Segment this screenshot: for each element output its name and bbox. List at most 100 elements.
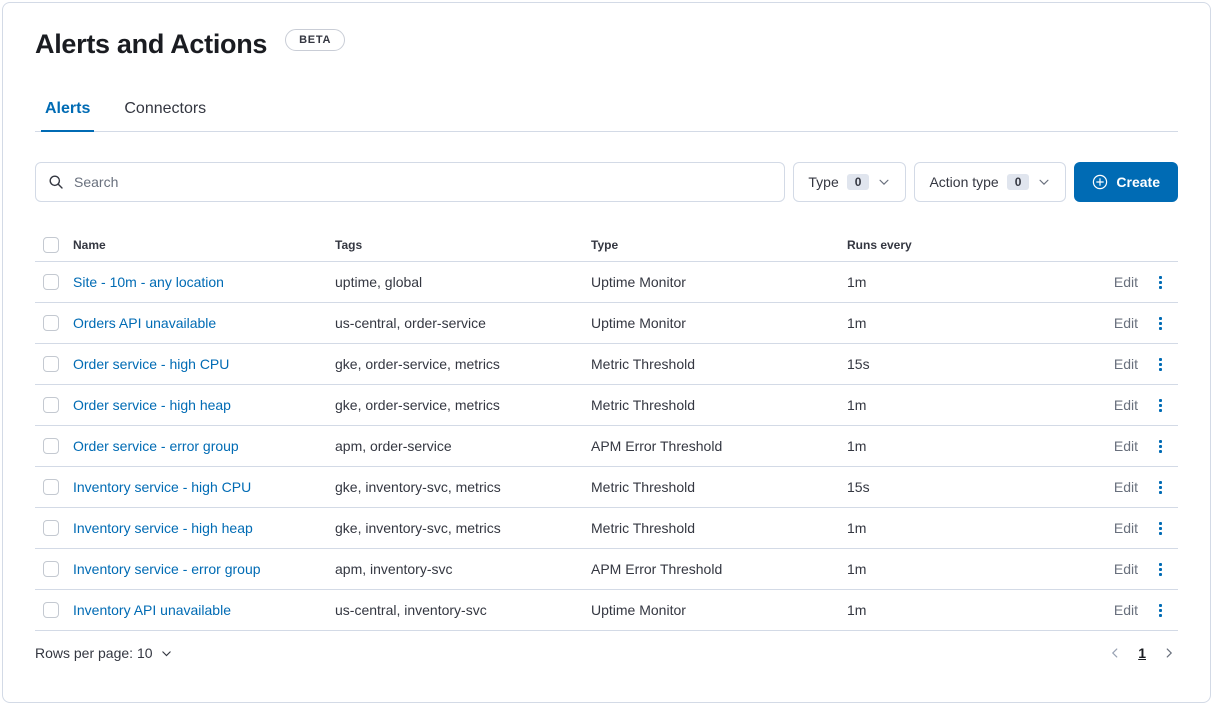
create-button[interactable]: Create <box>1074 162 1178 202</box>
row-checkbox[interactable] <box>43 602 59 618</box>
action-type-filter-count-badge: 0 <box>1007 174 1030 190</box>
alert-name-link[interactable]: Inventory API unavailable <box>73 602 231 618</box>
page-header: Alerts and Actions BETA <box>35 29 1178 60</box>
column-header-tags: Tags <box>335 238 591 252</box>
alert-runs-every: 1m <box>847 520 1082 536</box>
rows-per-page-button[interactable]: Rows per page: 10 <box>35 645 173 661</box>
alert-name-link[interactable]: Site - 10m - any location <box>73 274 224 290</box>
alert-name-link[interactable]: Inventory service - error group <box>73 561 261 577</box>
table-body: Site - 10m - any location uptime, global… <box>35 262 1178 631</box>
table-row: Site - 10m - any location uptime, global… <box>35 262 1178 303</box>
edit-link[interactable]: Edit <box>1114 602 1138 618</box>
row-checkbox[interactable] <box>43 397 59 413</box>
edit-link[interactable]: Edit <box>1114 438 1138 454</box>
alert-runs-every: 1m <box>847 397 1082 413</box>
alert-name-link[interactable]: Inventory service - high heap <box>73 520 253 536</box>
plus-in-circle-icon <box>1092 174 1108 190</box>
search-icon <box>48 174 64 190</box>
alert-name-link[interactable]: Order service - high CPU <box>73 356 229 372</box>
next-page-button[interactable] <box>1160 644 1178 662</box>
page-panel: Alerts and Actions BETA Alerts Connector… <box>2 2 1211 703</box>
alert-runs-every: 15s <box>847 479 1082 495</box>
type-filter-count-badge: 0 <box>847 174 870 190</box>
action-type-filter-label: Action type <box>929 174 998 190</box>
alert-runs-every: 1m <box>847 438 1082 454</box>
column-header-name: Name <box>73 238 335 252</box>
alert-tags: us-central, order-service <box>335 315 591 331</box>
row-actions-kebab-icon[interactable] <box>1148 557 1172 581</box>
column-header-type: Type <box>591 238 847 252</box>
row-checkbox[interactable] <box>43 479 59 495</box>
row-checkbox[interactable] <box>43 274 59 290</box>
type-filter-button[interactable]: Type 0 <box>793 162 906 202</box>
alert-type: Metric Threshold <box>591 356 847 372</box>
row-checkbox[interactable] <box>43 561 59 577</box>
search-box[interactable] <box>35 162 785 202</box>
alert-type: APM Error Threshold <box>591 561 847 577</box>
alert-name-link[interactable]: Orders API unavailable <box>73 315 216 331</box>
page-title: Alerts and Actions <box>35 29 267 60</box>
row-checkbox[interactable] <box>43 438 59 454</box>
alert-type: Uptime Monitor <box>591 274 847 290</box>
alert-runs-every: 1m <box>847 602 1082 618</box>
edit-link[interactable]: Edit <box>1114 315 1138 331</box>
tab-alerts[interactable]: Alerts <box>41 90 94 132</box>
alert-tags: uptime, global <box>335 274 591 290</box>
row-actions-kebab-icon[interactable] <box>1148 393 1172 417</box>
alert-name-link[interactable]: Order service - error group <box>73 438 239 454</box>
row-actions-kebab-icon[interactable] <box>1148 270 1172 294</box>
table-row: Inventory service - error group apm, inv… <box>35 549 1178 590</box>
alert-tags: gke, inventory-svc, metrics <box>335 520 591 536</box>
row-actions-kebab-icon[interactable] <box>1148 311 1172 335</box>
table-header-row: Name Tags Type Runs every <box>35 228 1178 262</box>
row-actions-kebab-icon[interactable] <box>1148 475 1172 499</box>
row-checkbox[interactable] <box>43 356 59 372</box>
table-row: Order service - error group apm, order-s… <box>35 426 1178 467</box>
previous-page-button[interactable] <box>1106 644 1124 662</box>
row-checkbox[interactable] <box>43 520 59 536</box>
column-header-runs-every: Runs every <box>847 238 1082 252</box>
table-row: Inventory API unavailable us-central, in… <box>35 590 1178 631</box>
alert-tags: gke, order-service, metrics <box>335 397 591 413</box>
table-row: Order service - high CPU gke, order-serv… <box>35 344 1178 385</box>
row-checkbox[interactable] <box>43 315 59 331</box>
table-row: Inventory service - high CPU gke, invent… <box>35 467 1178 508</box>
edit-link[interactable]: Edit <box>1114 397 1138 413</box>
row-actions-kebab-icon[interactable] <box>1148 598 1172 622</box>
edit-link[interactable]: Edit <box>1114 520 1138 536</box>
alert-runs-every: 1m <box>847 561 1082 577</box>
alert-runs-every: 1m <box>847 274 1082 290</box>
tab-connectors[interactable]: Connectors <box>120 90 210 132</box>
alert-type: Uptime Monitor <box>591 315 847 331</box>
search-input[interactable] <box>74 174 772 190</box>
alert-runs-every: 1m <box>847 315 1082 331</box>
alert-type: Uptime Monitor <box>591 602 847 618</box>
action-type-filter-button[interactable]: Action type 0 <box>914 162 1066 202</box>
alert-type: Metric Threshold <box>591 479 847 495</box>
alert-tags: apm, order-service <box>335 438 591 454</box>
table-row: Order service - high heap gke, order-ser… <box>35 385 1178 426</box>
table-footer: Rows per page: 10 1 <box>35 644 1178 662</box>
row-actions-kebab-icon[interactable] <box>1148 352 1172 376</box>
page-number-1[interactable]: 1 <box>1138 645 1146 661</box>
alert-name-link[interactable]: Order service - high heap <box>73 397 231 413</box>
edit-link[interactable]: Edit <box>1114 561 1138 577</box>
beta-badge: BETA <box>285 29 345 51</box>
rows-per-page-label: Rows per page: 10 <box>35 645 153 661</box>
alert-tags: us-central, inventory-svc <box>335 602 591 618</box>
alert-tags: gke, order-service, metrics <box>335 356 591 372</box>
type-filter-label: Type <box>808 174 838 190</box>
pagination: 1 <box>1106 644 1178 662</box>
select-all-checkbox[interactable] <box>43 237 59 253</box>
alert-type: Metric Threshold <box>591 397 847 413</box>
chevron-down-icon <box>1037 175 1051 189</box>
edit-link[interactable]: Edit <box>1114 274 1138 290</box>
edit-link[interactable]: Edit <box>1114 479 1138 495</box>
row-actions-kebab-icon[interactable] <box>1148 516 1172 540</box>
alert-name-link[interactable]: Inventory service - high CPU <box>73 479 251 495</box>
alert-type: Metric Threshold <box>591 520 847 536</box>
alert-tags: gke, inventory-svc, metrics <box>335 479 591 495</box>
row-actions-kebab-icon[interactable] <box>1148 434 1172 458</box>
alert-tags: apm, inventory-svc <box>335 561 591 577</box>
edit-link[interactable]: Edit <box>1114 356 1138 372</box>
